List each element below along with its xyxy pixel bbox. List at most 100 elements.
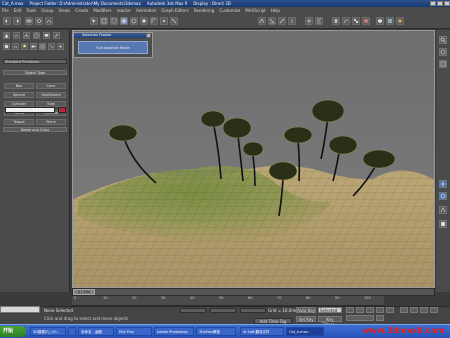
region-select-icon[interactable] bbox=[110, 17, 118, 25]
x-coordinate-field[interactable] bbox=[180, 308, 206, 313]
undo-icon[interactable] bbox=[3, 17, 11, 25]
trackbar[interactable]: 0 10 20 30 40 50 60 70 80 90 100 bbox=[72, 296, 384, 306]
zoom-all-icon[interactable] bbox=[439, 48, 447, 56]
auto-key-button[interactable]: Auto Key bbox=[296, 307, 316, 313]
zoom-extents-icon[interactable] bbox=[439, 60, 447, 68]
menu-views[interactable]: Views bbox=[59, 8, 71, 13]
bind-space-warp-icon[interactable] bbox=[45, 17, 53, 25]
space-warps-icon[interactable] bbox=[48, 43, 55, 50]
play-icon[interactable] bbox=[366, 307, 374, 313]
y-coordinate-field[interactable] bbox=[210, 308, 236, 313]
minimize-button[interactable] bbox=[430, 1, 436, 6]
floater-close-button[interactable] bbox=[146, 33, 151, 38]
menu-create[interactable]: Create bbox=[75, 8, 88, 13]
menu-graph-editors[interactable]: Graph Editors bbox=[161, 8, 188, 13]
zoom-icon[interactable] bbox=[439, 36, 447, 44]
manipulate-icon[interactable] bbox=[170, 17, 178, 25]
cameras-icon[interactable] bbox=[30, 43, 37, 50]
zoom-all-views-icon[interactable] bbox=[410, 307, 418, 313]
taskbar-item[interactable]: 3DsMax教程 bbox=[196, 327, 236, 336]
modify-tab-icon[interactable] bbox=[13, 32, 20, 39]
redo-icon[interactable] bbox=[13, 17, 21, 25]
geosphere-button[interactable]: GeoSphere bbox=[36, 92, 66, 98]
taskbar-item[interactable]: PAX Plus bbox=[116, 327, 152, 336]
go-to-end-icon[interactable] bbox=[386, 307, 394, 313]
taskbar-item-active[interactable]: Cat_A.max - bbox=[286, 327, 324, 336]
box-button[interactable]: Box bbox=[4, 83, 34, 89]
perspective-viewport[interactable]: Perspective bbox=[72, 30, 435, 288]
next-frame-icon[interactable] bbox=[376, 307, 384, 313]
menu-customize[interactable]: Customize bbox=[219, 8, 240, 13]
orbit-icon[interactable] bbox=[439, 192, 447, 200]
sphere-button[interactable]: Sphere bbox=[4, 92, 34, 98]
render-frame-icon[interactable] bbox=[386, 17, 394, 25]
menu-animation[interactable]: Animation bbox=[136, 8, 156, 13]
select-object-icon[interactable] bbox=[90, 17, 98, 25]
utilities-tab-icon[interactable] bbox=[53, 32, 60, 39]
min-max-toggle-icon[interactable] bbox=[430, 307, 438, 313]
pan-icon[interactable] bbox=[439, 180, 447, 188]
reference-coordinate-icon[interactable] bbox=[150, 17, 158, 25]
zoom-region-icon[interactable] bbox=[400, 307, 408, 313]
menu-reactor[interactable]: reactor bbox=[117, 8, 131, 13]
taskbar-item[interactable] bbox=[68, 327, 76, 336]
snap-toggle-icon[interactable] bbox=[258, 17, 266, 25]
z-coordinate-field[interactable] bbox=[240, 308, 266, 313]
spinner-snap-icon[interactable] bbox=[288, 17, 296, 25]
layer-manager-icon[interactable] bbox=[332, 17, 340, 25]
create-tab-icon[interactable] bbox=[3, 32, 10, 39]
lights-icon[interactable] bbox=[21, 43, 28, 50]
mirror-icon[interactable] bbox=[305, 17, 313, 25]
time-slider-thumb[interactable]: 0 / 100 bbox=[73, 289, 95, 295]
taskbar-item[interactable]: Adobe Photoshop bbox=[154, 327, 194, 336]
time-configuration-icon[interactable] bbox=[376, 315, 384, 321]
link-icon[interactable] bbox=[25, 17, 33, 25]
unlink-icon[interactable] bbox=[35, 17, 43, 25]
menu-edit[interactable]: Edit bbox=[14, 8, 22, 13]
name-and-color-rollout-header[interactable]: Name and Color bbox=[3, 127, 67, 132]
key-set-dropdown[interactable]: Selected bbox=[318, 307, 342, 313]
arc-rotate-icon[interactable] bbox=[420, 307, 428, 313]
taskbar-item[interactable]: AI Soft 翻译文件 bbox=[240, 327, 284, 336]
render-setup-icon[interactable] bbox=[376, 17, 384, 25]
helpers-icon[interactable] bbox=[39, 43, 46, 50]
menu-modifiers[interactable]: Modifiers bbox=[93, 8, 111, 13]
teapot-button[interactable]: Teapot bbox=[4, 119, 34, 125]
material-editor-icon[interactable] bbox=[362, 17, 370, 25]
field-of-view-icon[interactable] bbox=[439, 206, 447, 214]
quick-render-icon[interactable] bbox=[396, 17, 404, 25]
set-key-button[interactable]: Set Key bbox=[296, 316, 316, 322]
menu-help[interactable]: Help bbox=[271, 8, 280, 13]
time-slider[interactable]: 0 / 100 bbox=[72, 288, 435, 296]
menu-tools[interactable]: Tools bbox=[26, 8, 36, 13]
current-frame-field[interactable] bbox=[346, 315, 374, 321]
display-tab-icon[interactable] bbox=[43, 32, 50, 39]
exit-isolation-button[interactable]: Exit Isolation Mode bbox=[78, 41, 148, 54]
taskbar-item[interactable]: 3D建模(F)_UG... bbox=[30, 327, 66, 336]
align-icon[interactable] bbox=[315, 17, 323, 25]
plane-button[interactable]: Plane bbox=[36, 119, 66, 125]
maxscript-listener[interactable] bbox=[0, 306, 40, 313]
object-category-dropdown[interactable]: Standard Primitives bbox=[3, 59, 67, 64]
menu-group[interactable]: Group bbox=[41, 8, 53, 13]
object-name-field[interactable] bbox=[5, 107, 55, 113]
schematic-view-icon[interactable] bbox=[352, 17, 360, 25]
angle-snap-icon[interactable] bbox=[268, 17, 276, 25]
maximize-button[interactable] bbox=[437, 1, 443, 6]
select-by-name-icon[interactable] bbox=[100, 17, 108, 25]
hierarchy-tab-icon[interactable] bbox=[23, 32, 30, 39]
previous-frame-icon[interactable] bbox=[356, 307, 364, 313]
select-and-rotate-icon[interactable] bbox=[130, 17, 138, 25]
menu-maxscript[interactable]: MAXScript bbox=[245, 8, 266, 13]
select-and-move-icon[interactable] bbox=[120, 17, 128, 25]
motion-tab-icon[interactable] bbox=[33, 32, 40, 39]
cone-button[interactable]: Cone bbox=[36, 83, 66, 89]
percent-snap-icon[interactable] bbox=[278, 17, 286, 25]
start-button[interactable]: 开始 bbox=[0, 326, 26, 337]
menu-file[interactable]: File bbox=[2, 8, 9, 13]
pivot-center-icon[interactable] bbox=[160, 17, 168, 25]
select-and-scale-icon[interactable] bbox=[140, 17, 148, 25]
systems-icon[interactable] bbox=[57, 43, 64, 50]
object-type-rollout-header[interactable]: Object Type bbox=[3, 70, 67, 75]
taskbar-item[interactable]: 未命名 - 画图 bbox=[78, 327, 114, 336]
